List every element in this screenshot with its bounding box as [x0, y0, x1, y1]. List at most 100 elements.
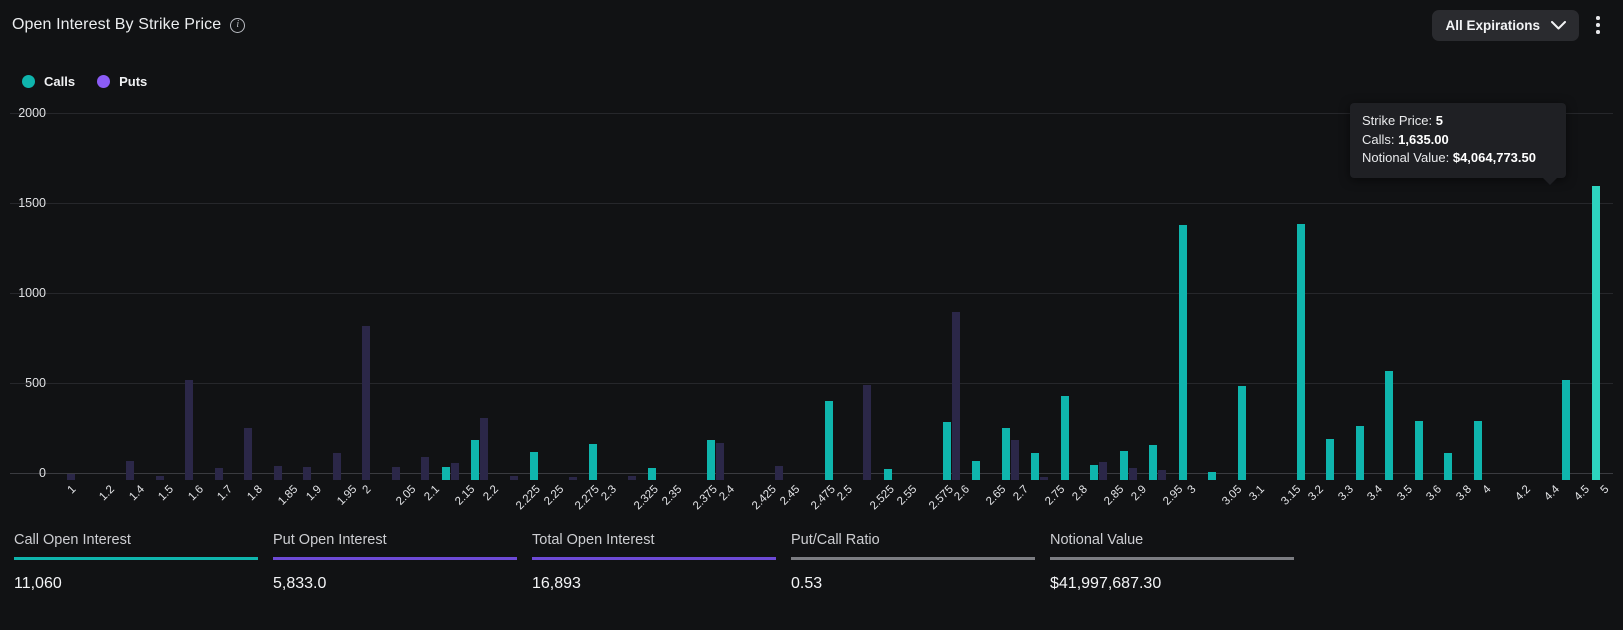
widget-header: Open Interest By Strike Price i All Expi… — [0, 0, 1623, 50]
bar-calls-3[interactable] — [1178, 225, 1187, 480]
stat-value: $41,997,687.30 — [1050, 574, 1162, 592]
bar-puts-2.325[interactable] — [627, 475, 636, 480]
bar-puts-2.7[interactable] — [1010, 440, 1019, 480]
bar-puts-1.6[interactable] — [185, 380, 194, 480]
bar-calls-2.15[interactable] — [441, 467, 450, 480]
bar-calls-3.6[interactable] — [1414, 420, 1423, 480]
bar-puts-2.05[interactable] — [391, 466, 400, 480]
bar-puts-2.1[interactable] — [421, 456, 430, 480]
x-axis-tick-2.375: 2.375 — [691, 483, 720, 513]
bar-calls-2.25[interactable] — [530, 452, 539, 480]
bar-calls-2.4[interactable] — [707, 440, 716, 480]
bar-calls-3.2[interactable] — [1296, 224, 1305, 480]
bar-puts-2.85[interactable] — [1099, 462, 1108, 480]
x-axis-tick-3.6: 3.6 — [1424, 483, 1445, 504]
bar-puts-2.275[interactable] — [568, 477, 577, 480]
bar-puts-1[interactable] — [67, 473, 76, 480]
tooltip-strike-row: Strike Price: 5 — [1362, 112, 1554, 131]
legend-item-calls[interactable]: Calls — [22, 74, 75, 89]
bar-puts-2.75[interactable] — [1040, 477, 1049, 480]
x-axis-tick-2.35: 2.35 — [659, 483, 685, 508]
bar-puts-1.95[interactable] — [332, 453, 341, 480]
x-axis-tick-2.6: 2.6 — [952, 483, 973, 504]
bar-calls-3.05[interactable] — [1208, 471, 1217, 480]
x-axis-tick-3: 3 — [1185, 483, 1199, 497]
stat-label: Put/Call Ratio — [791, 532, 880, 548]
y-axis-tick-0: 0 — [39, 466, 46, 480]
bar-calls-2.65[interactable] — [972, 461, 981, 480]
bar-calls-3.8[interactable] — [1444, 453, 1453, 480]
bar-puts-2[interactable] — [362, 326, 371, 480]
bar-calls-3.1[interactable] — [1237, 386, 1246, 480]
bar-calls-2.75[interactable] — [1031, 453, 1040, 480]
bar-puts-2.15[interactable] — [450, 462, 459, 480]
y-axis-tick-1500: 1500 — [18, 196, 46, 210]
x-axis-tick-4.5: 4.5 — [1572, 483, 1592, 504]
stat-card-0: Call Open Interest 11,060 — [14, 532, 273, 630]
bar-puts-2.225[interactable] — [509, 475, 518, 480]
bar-calls-2.6[interactable] — [942, 421, 951, 480]
bar-puts-2.9[interactable] — [1128, 468, 1137, 480]
bar-puts-1.85[interactable] — [273, 465, 282, 480]
x-axis-tick-2.95: 2.95 — [1161, 483, 1186, 508]
bar-calls-3.4[interactable] — [1355, 426, 1364, 480]
bar-calls-5[interactable] — [1591, 185, 1600, 480]
stat-label: Call Open Interest — [14, 532, 131, 548]
x-axis-tick-3.3: 3.3 — [1336, 483, 1356, 504]
bar-puts-2.4[interactable] — [716, 443, 725, 480]
bar-calls-2.7[interactable] — [1001, 427, 1010, 480]
x-axis-tick-1.4: 1.4 — [126, 483, 147, 504]
x-axis-tick-2.4: 2.4 — [716, 483, 737, 504]
x-axis-tick-2.45: 2.45 — [777, 483, 802, 508]
bar-puts-2.95[interactable] — [1158, 470, 1167, 480]
stat-value: 5,833.0 — [273, 574, 327, 592]
bar-puts-1.7[interactable] — [214, 468, 223, 480]
bar-calls-2.35[interactable] — [648, 468, 657, 480]
bar-calls-2.85[interactable] — [1090, 464, 1099, 480]
bar-calls-3.5[interactable] — [1385, 371, 1394, 480]
bar-calls-2.8[interactable] — [1060, 396, 1069, 480]
expiration-filter-label: All Expirations — [1445, 17, 1540, 33]
bar-calls-2.5[interactable] — [825, 400, 833, 480]
x-axis-labels: 1 1.2 1.4 1.5 1.6 1.7 1.8 1.85 1.9 1.95 2 2.05 2.1 2.… — [52, 482, 1615, 530]
x-axis-tick-2.1: 2.1 — [421, 483, 442, 504]
tooltip-notional-row: Notional Value: $4,064,773.50 — [1362, 149, 1554, 168]
x-axis-tick-2.15: 2.15 — [453, 483, 478, 508]
bar-puts-1.5[interactable] — [155, 476, 164, 480]
bar-calls-2.9[interactable] — [1119, 451, 1128, 480]
expiration-filter-dropdown[interactable]: All Expirations — [1432, 9, 1579, 41]
bar-puts-2.2[interactable] — [480, 417, 489, 480]
bar-puts-2.45[interactable] — [775, 465, 784, 480]
tooltip-notional-value: $4,064,773.50 — [1452, 150, 1536, 165]
tooltip-strike-value: 5 — [1435, 113, 1443, 128]
legend-item-puts[interactable]: Puts — [97, 74, 147, 89]
info-icon[interactable]: i — [230, 17, 246, 33]
x-axis-tick-1.7: 1.7 — [215, 483, 236, 504]
x-axis-tick-2.325: 2.325 — [632, 483, 661, 513]
bar-puts-1.9[interactable] — [303, 466, 312, 480]
x-axis-tick-2.525: 2.525 — [868, 483, 897, 513]
stat-label: Notional Value — [1050, 532, 1144, 548]
x-axis-tick-3.8: 3.8 — [1454, 483, 1474, 504]
stat-card-4: Notional Value $41,997,687.30 — [1050, 532, 1309, 630]
x-axis-tick-4: 4 — [1480, 483, 1494, 497]
kebab-menu-icon[interactable] — [1585, 9, 1611, 41]
bar-calls-2.95[interactable] — [1149, 444, 1158, 480]
bar-calls-4.5[interactable] — [1562, 380, 1571, 480]
tooltip-strike-label: Strike Price: — [1362, 113, 1433, 128]
bar-calls-3.3[interactable] — [1326, 438, 1335, 480]
bar-calls-2.55[interactable] — [883, 469, 892, 480]
bar-puts-2.525[interactable] — [863, 384, 872, 480]
bar-calls-4[interactable] — [1473, 420, 1482, 480]
stat-value: 11,060 — [14, 574, 62, 592]
stat-label: Total Open Interest — [532, 532, 655, 548]
x-axis-tick-2.5: 2.5 — [834, 483, 855, 504]
bar-puts-1.8[interactable] — [244, 427, 253, 480]
x-axis-tick-2.7: 2.7 — [1011, 483, 1032, 504]
bar-puts-2.6[interactable] — [951, 311, 960, 480]
bar-puts-1.4[interactable] — [126, 461, 135, 480]
x-axis-tick-2: 2 — [360, 483, 374, 497]
x-axis-tick-2.9: 2.9 — [1129, 483, 1150, 504]
bar-calls-2.3[interactable] — [589, 444, 598, 480]
bar-calls-2.2[interactable] — [471, 439, 480, 480]
